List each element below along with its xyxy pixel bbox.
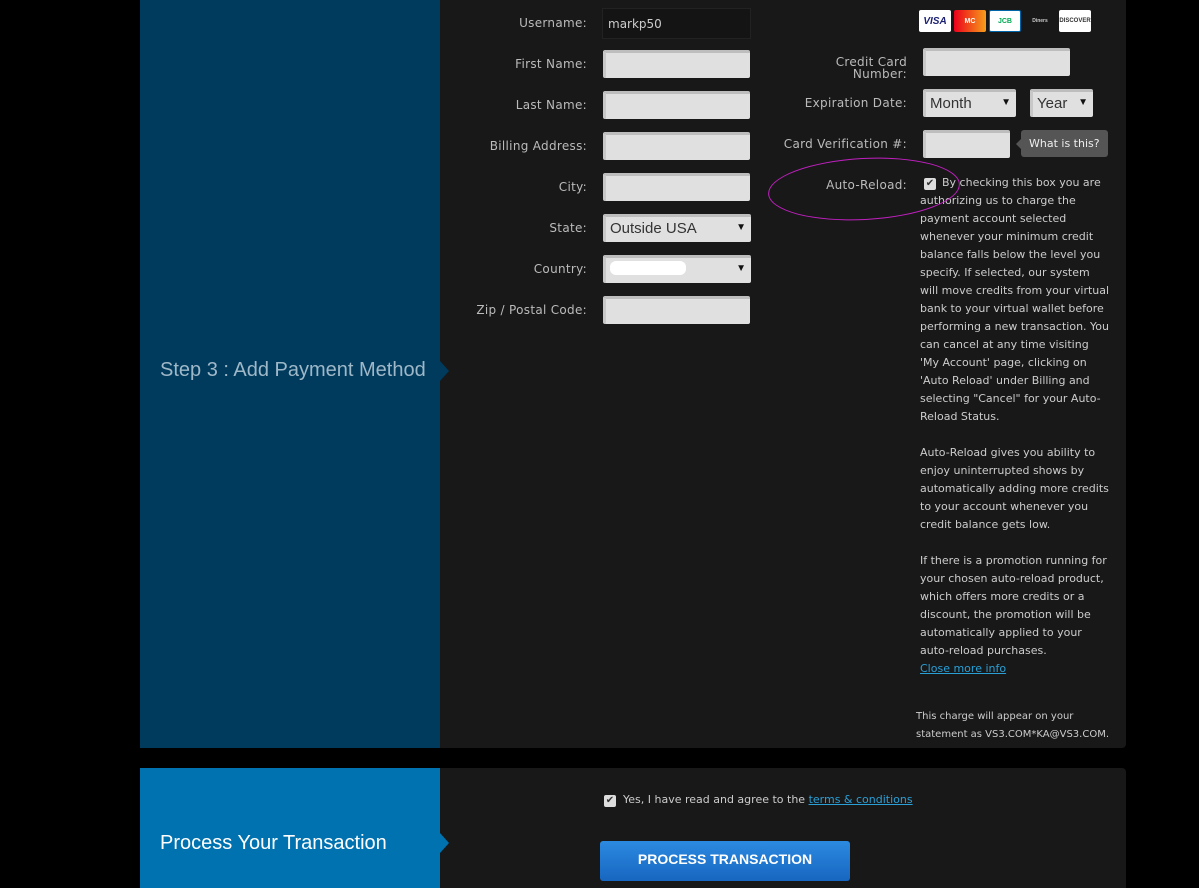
card-number-input[interactable] <box>923 48 1070 76</box>
agree-checkbox[interactable]: ✔ <box>604 795 616 807</box>
last-name-label: Last Name: <box>515 98 587 112</box>
username-field: markp50 <box>602 8 751 39</box>
diners-logo: Diners <box>1032 18 1048 24</box>
card-number-label: Credit Card Number: <box>835 55 907 81</box>
step3-title: Step 3 : Add Payment Method <box>160 359 426 381</box>
auto-reload-text-1: By checking this box you are authorizing… <box>920 176 1110 423</box>
terms-link[interactable]: terms & conditions <box>809 793 913 806</box>
sidebar-arrow <box>440 361 449 381</box>
country-label: Country: <box>533 262 587 276</box>
visa-logo: VISA <box>919 10 951 32</box>
auto-reload-text-3: If there is a promotion running for your… <box>920 554 1107 657</box>
expiration-label: Expiration Date: <box>804 96 907 110</box>
username-label: Username: <box>519 16 587 30</box>
zip-input[interactable] <box>603 296 750 324</box>
card-logos: VISA MC JCB Diners DISCOVER <box>919 10 1091 32</box>
year-select[interactable]: Year <box>1030 89 1093 117</box>
first-name-label: First Name: <box>515 57 587 71</box>
process-title: Process Your Transaction <box>160 832 387 854</box>
zip-label: Zip / Postal Code: <box>476 303 587 317</box>
mastercard-logo: MC <box>954 10 986 32</box>
auto-reload-text-2: Auto-Reload gives you ability to enjoy u… <box>920 446 1109 531</box>
country-select[interactable] <box>603 255 751 283</box>
close-more-info-link[interactable]: Close more info <box>920 662 1006 675</box>
billing-address-label: Billing Address: <box>489 139 587 153</box>
city-label: City: <box>558 180 587 194</box>
process-transaction-button[interactable]: PROCESS TRANSACTION <box>600 841 850 881</box>
process-sidebar: Process Your Transaction <box>140 768 449 888</box>
first-name-input[interactable] <box>603 50 750 78</box>
what-is-this-tooltip[interactable]: What is this? <box>1016 130 1108 157</box>
state-label: State: <box>549 221 587 235</box>
discover-logo: DISCOVER <box>1059 10 1091 32</box>
agree-label: Yes, I have read and agree to the <box>623 793 809 806</box>
state-select[interactable]: Outside USA <box>603 214 751 242</box>
billing-address-input[interactable] <box>603 132 750 160</box>
last-name-input[interactable] <box>603 91 750 119</box>
statement-note: This charge will appear on your statemen… <box>916 711 1110 740</box>
state-value: Outside USA <box>610 220 697 237</box>
redacted-country <box>610 261 686 275</box>
jcb-logo: JCB <box>989 10 1021 32</box>
year-value: Year <box>1037 95 1068 112</box>
month-select[interactable]: Month <box>923 89 1016 117</box>
cvv-label: Card Verification #: <box>783 137 907 151</box>
cvv-input[interactable] <box>923 130 1010 158</box>
agree-text: Yes, I have read and agree to the terms … <box>623 793 913 806</box>
step3-sidebar: Step 3 : Add Payment Method <box>140 0 449 748</box>
sidebar-arrow <box>440 833 449 853</box>
auto-reload-info: By checking this box you are authorizing… <box>920 174 1110 678</box>
city-input[interactable] <box>603 173 750 201</box>
month-value: Month <box>930 95 972 112</box>
